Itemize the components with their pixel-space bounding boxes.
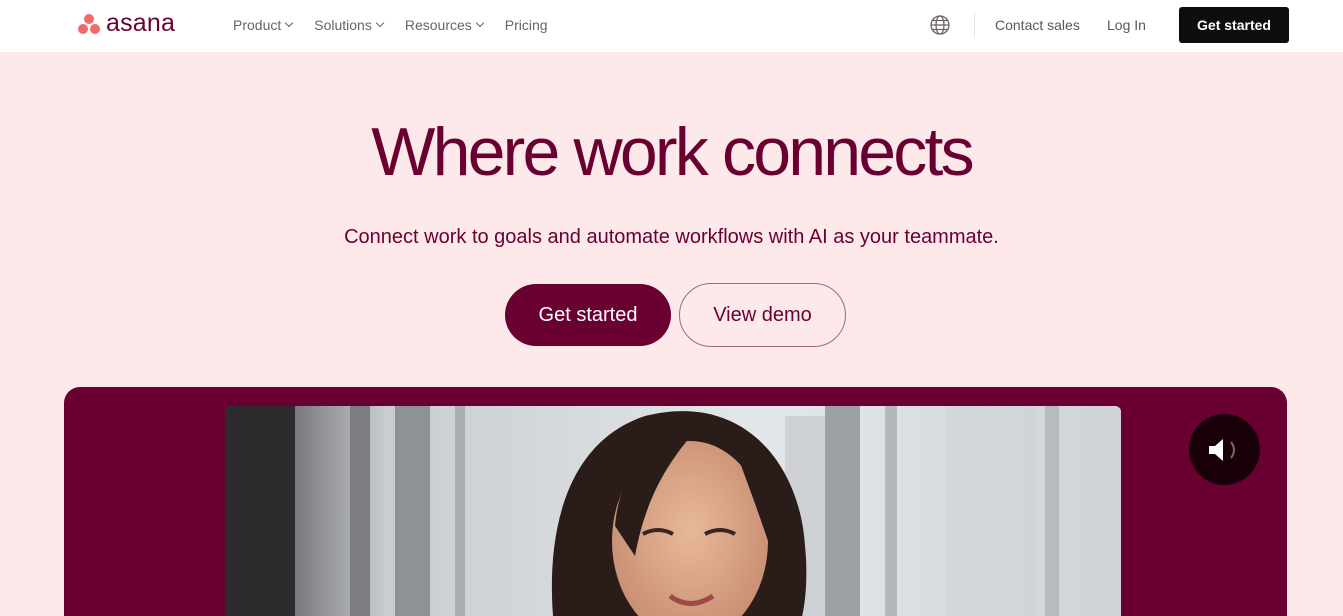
nav-item-resources[interactable]: Resources	[404, 16, 485, 34]
log-in-link[interactable]: Log In	[1107, 17, 1146, 33]
nav-item-label: Solutions	[314, 17, 372, 33]
get-started-button[interactable]: Get started	[505, 284, 671, 346]
main-nav: Product Solutions Resources Pricing	[233, 16, 548, 34]
nav-item-pricing[interactable]: Pricing	[505, 16, 548, 34]
hero-video[interactable]	[225, 406, 1121, 616]
asana-logo-icon	[77, 12, 101, 36]
hero-video-panel	[64, 387, 1287, 616]
chevron-down-icon	[475, 18, 485, 28]
hero-subheadline: Connect work to goals and automate workf…	[344, 226, 999, 248]
globe-icon[interactable]	[929, 14, 951, 36]
chevron-down-icon	[285, 18, 294, 28]
logo-text: asana	[106, 8, 176, 37]
view-demo-button[interactable]: View demo	[679, 283, 846, 347]
hero-headline: Where work connects	[371, 114, 974, 190]
video-frame-image	[225, 406, 1121, 616]
contact-sales-link[interactable]: Contact sales	[995, 17, 1080, 33]
nav-item-label: Resources	[404, 17, 472, 33]
nav-item-solutions[interactable]: Solutions	[314, 16, 385, 34]
nav-item-label: Pricing	[504, 17, 548, 33]
asana-logo[interactable]: asana	[77, 8, 176, 37]
chevron-down-icon	[375, 18, 385, 28]
header-get-started-button[interactable]: Get started	[1179, 7, 1289, 43]
nav-item-label: Product	[233, 17, 282, 33]
header-divider	[974, 13, 975, 37]
speaker-volume-icon	[1209, 439, 1235, 461]
sound-toggle-button[interactable]	[1189, 414, 1260, 485]
nav-item-product[interactable]: Product	[233, 16, 294, 34]
site-header: asana Product Solutions Resources Pricin…	[0, 0, 1343, 52]
